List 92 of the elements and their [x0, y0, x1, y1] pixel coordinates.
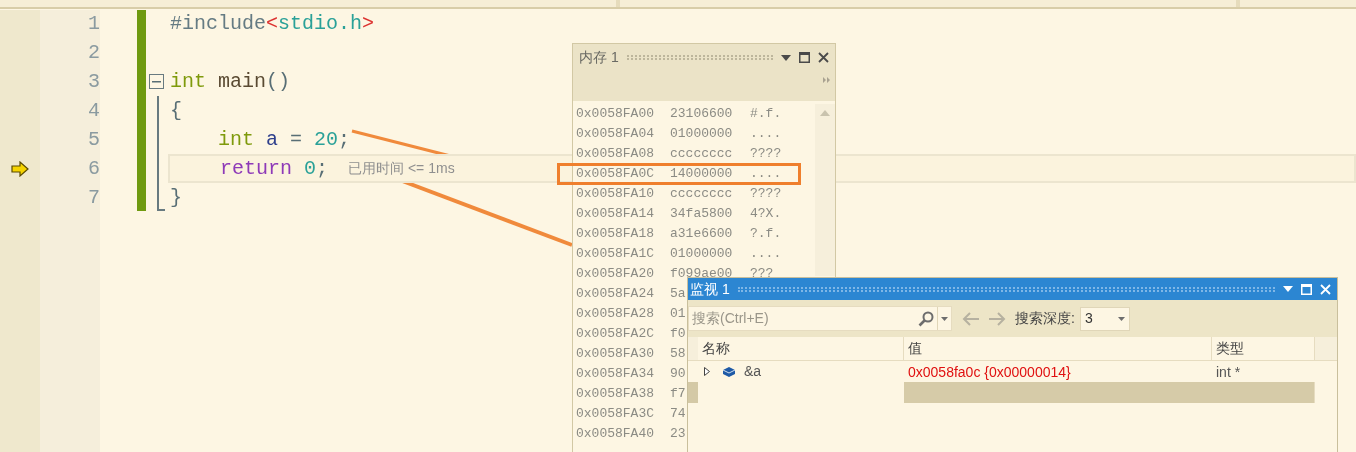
memory-address: 0x0058FA28 — [576, 306, 654, 322]
memory-ascii: ???? — [750, 185, 782, 204]
memory-hex: 01000000 — [670, 126, 733, 142]
memory-hex: cccccccc — [670, 146, 733, 162]
expand-arrow-icon[interactable] — [704, 367, 710, 376]
code-token: = — [289, 126, 304, 153]
code-token: () — [266, 68, 291, 95]
memory-hex: f0 — [670, 326, 686, 342]
line-number: 7 — [88, 184, 100, 211]
column-header[interactable]: 值 — [904, 337, 1212, 360]
memory-address: 0x0058FA10 — [576, 186, 654, 202]
code-token: main — [217, 68, 267, 95]
memory-address: 0x0058FA2C — [576, 326, 654, 342]
memory-ascii: .... — [750, 125, 782, 144]
memory-hex: 01 — [670, 306, 686, 322]
code-token: ; — [316, 155, 329, 182]
memory-hex: 34fa5800 — [670, 206, 733, 222]
memory-address: 0x0058FA3C — [576, 406, 654, 422]
line-number: 4 — [88, 97, 100, 124]
code-token: 0 — [303, 155, 317, 182]
memory-hex: 14000000 — [670, 166, 733, 182]
column-header[interactable]: 名称 — [698, 337, 904, 360]
code-token: } — [170, 184, 182, 211]
memory-address: 0x0058FA0C — [576, 166, 654, 182]
overflow-icon[interactable] — [823, 77, 831, 83]
code-token: { — [170, 97, 182, 124]
line-number: 3 — [88, 68, 100, 95]
memory-ascii: ??? — [750, 265, 774, 284]
memory-address: 0x0058FA30 — [576, 346, 654, 362]
memory-address: 0x0058FA38 — [576, 386, 654, 402]
code-token: < — [266, 10, 279, 37]
cube-icon — [722, 365, 736, 378]
code-token: 20 — [314, 126, 339, 153]
memory-hex: 58 — [670, 346, 686, 362]
memory-ascii: 4?X. — [750, 205, 782, 224]
memory-address: 0x0058FA1C — [576, 246, 654, 262]
memory-address: 0x0058FA08 — [576, 146, 654, 162]
close-icon[interactable] — [818, 52, 829, 63]
memory-hex: cccccccc — [670, 186, 733, 202]
maximize-icon[interactable] — [799, 52, 810, 63]
elapsed-time-hint: 已用时间 <= 1ms — [348, 159, 455, 178]
memory-hex: 01000000 — [670, 246, 733, 262]
code-token: int — [218, 126, 254, 153]
code-token: return — [220, 155, 292, 182]
memory-address: 0x0058FA14 — [576, 206, 654, 222]
code-token: #include — [170, 10, 266, 37]
dropdown-icon[interactable] — [781, 54, 791, 61]
dropdown-icon[interactable] — [1283, 286, 1293, 292]
search-dropdown-button[interactable] — [937, 307, 951, 330]
memory-hex: f7 — [670, 386, 686, 402]
code-token: int — [170, 68, 206, 95]
watch-name: &a — [744, 362, 762, 381]
search-box[interactable]: 搜索(Ctrl+E) — [688, 306, 952, 331]
watch-type: int * — [1216, 363, 1241, 380]
memory-ascii: .... — [750, 245, 782, 264]
memory-hex: 23106600 — [670, 106, 733, 122]
memory-address: 0x0058FA00 — [576, 106, 654, 122]
memory-hex: 74 — [670, 406, 686, 422]
memory-hex: a31e6600 — [670, 226, 733, 242]
memory-ascii: ???? — [750, 145, 782, 164]
search-depth-label: 搜索深度: — [1015, 309, 1075, 328]
memory-address: 0x0058FA20 — [576, 266, 654, 282]
memory-address: 0x0058FA40 — [576, 426, 654, 442]
window-title: 内存 1 — [579, 48, 619, 67]
memory-address: 0x0058FA24 — [576, 286, 654, 302]
memory-hex: f099ae00 — [670, 266, 733, 282]
line-number: 6 — [88, 155, 100, 182]
scrollbar[interactable] — [815, 104, 835, 276]
code-token: a — [265, 126, 279, 153]
memory-address: 0x0058FA04 — [576, 126, 654, 142]
line-number: 2 — [88, 39, 100, 66]
window-title: 监视 1 — [690, 279, 730, 299]
watch-value: 0x0058fa0c {0x00000014} — [908, 363, 1071, 380]
code-token: stdio.h — [278, 10, 363, 37]
search-icon[interactable] — [918, 310, 934, 327]
memory-hex: 90 — [670, 366, 686, 382]
memory-ascii: .... — [750, 165, 782, 184]
memory-address: 0x0058FA34 — [576, 366, 654, 382]
code-token: > — [362, 10, 375, 37]
search-depth-dropdown[interactable]: 3 — [1079, 306, 1130, 331]
memory-hex: 23 — [670, 426, 686, 442]
memory-hex: 5a — [670, 286, 686, 302]
memory-ascii: #.f. — [750, 105, 782, 124]
memory-ascii: ?.f. — [750, 225, 782, 244]
caret-icon — [1117, 316, 1125, 321]
caret-icon — [941, 316, 948, 321]
collapse-icon[interactable] — [149, 74, 164, 89]
code-token: ; — [338, 126, 351, 153]
line-number: 5 — [88, 126, 100, 153]
line-number: 1 — [88, 10, 100, 37]
search-input[interactable]: 搜索(Ctrl+E) — [689, 308, 909, 329]
memory-address: 0x0058FA18 — [576, 226, 654, 242]
